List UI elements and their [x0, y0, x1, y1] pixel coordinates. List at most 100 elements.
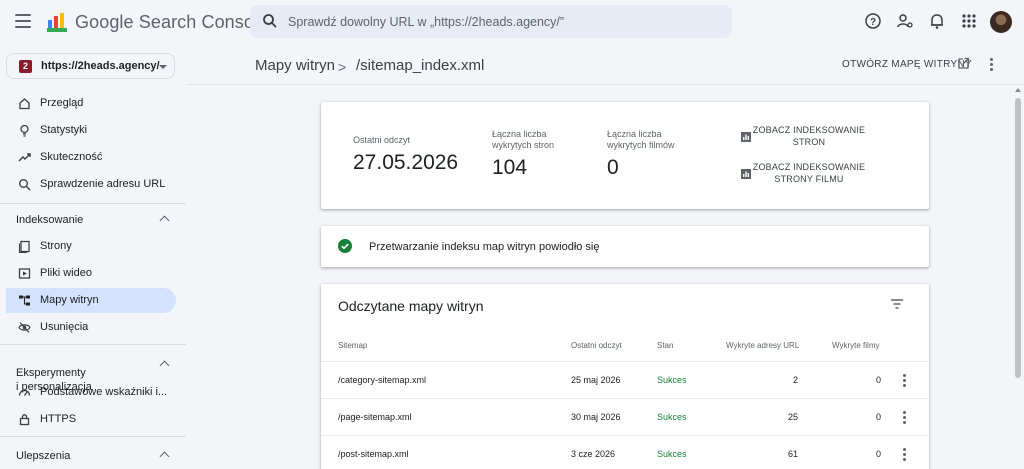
- row-options-icon[interactable]: [903, 374, 907, 389]
- sidebar-divider: [0, 436, 186, 437]
- discovered-urls-count: 25: [787, 412, 798, 422]
- section-enhancements[interactable]: Ulepszenia: [16, 450, 176, 462]
- sidebar-divider: [0, 344, 186, 345]
- sitemap-summary-card: Ostatni odczyt 27.05.2026 Łączna liczba …: [321, 102, 929, 209]
- read-sitemaps-card: Odczytane mapy witryn Sitemap Ostatni od…: [321, 284, 929, 469]
- breadcrumb-parent[interactable]: Mapy witryn: [255, 57, 335, 74]
- column-header-sitemap[interactable]: Sitemap: [338, 341, 367, 350]
- chevron-up-icon: [159, 215, 170, 226]
- discovered-urls-count: 61: [787, 449, 798, 459]
- discovered-videos-count: 0: [875, 375, 881, 385]
- status-badge: Sukces: [657, 375, 687, 385]
- search-console-logo-icon[interactable]: [46, 12, 68, 34]
- menu-icon[interactable]: [15, 14, 31, 28]
- table-row[interactable]: /page-sitemap.xml 30 maj 2026 Sukces 25 …: [321, 398, 929, 435]
- svg-text:?: ?: [870, 17, 876, 28]
- sidebar-item-sitemaps[interactable]: Mapy witryn: [6, 288, 176, 313]
- main-scrollbar[interactable]: [1014, 88, 1022, 469]
- sidebar-item-label: Strony: [40, 240, 72, 252]
- table-row[interactable]: /category-sitemap.xml 25 maj 2026 Sukces…: [321, 361, 929, 398]
- see-page-indexing-link[interactable]: ZOBACZ INDEKSOWANIE STRON: [739, 124, 879, 148]
- sitemap-path: /category-sitemap.xml: [338, 375, 427, 385]
- chevron-up-icon: [159, 360, 170, 371]
- breadcrumb-separator: >: [338, 59, 347, 75]
- scrollbar-thumb[interactable]: [1015, 98, 1021, 378]
- column-header-status[interactable]: Stan: [657, 341, 673, 350]
- open-in-new-icon[interactable]: [957, 57, 970, 70]
- discovered-pages-value: 104: [492, 156, 528, 179]
- caret-down-icon: [159, 65, 167, 69]
- discovered-urls-count: 2: [792, 375, 798, 385]
- section-label: Indeksowanie: [16, 214, 84, 226]
- sidebar-item-label: Podstawowe wskaźniki i...: [40, 386, 168, 398]
- sidebar-item-videos[interactable]: Pliki wideo: [6, 261, 176, 286]
- search-icon: [263, 14, 277, 28]
- help-icon[interactable]: ?: [864, 12, 882, 30]
- chevron-up-icon: [159, 451, 170, 462]
- column-header-discovered-urls[interactable]: Wykryte adresy URL: [726, 341, 799, 350]
- column-header-last-read[interactable]: Ostatni odczyt: [571, 341, 622, 350]
- status-badge: Sukces: [657, 449, 687, 459]
- sidebar-item-url-inspection[interactable]: Sprawdzenie adresu URL: [6, 172, 176, 197]
- lightbulb-icon: [20, 124, 29, 137]
- url-inspection-search[interactable]: [250, 5, 732, 38]
- status-badge: Sukces: [657, 412, 687, 422]
- table-title: Odczytane mapy witryn: [338, 298, 484, 314]
- sidebar-item-label: Pliki wideo: [40, 267, 92, 279]
- sidebar-item-performance[interactable]: Skuteczność: [6, 145, 176, 170]
- trending-up-icon: [18, 153, 31, 162]
- notifications-icon[interactable]: [928, 12, 946, 30]
- sidebar-item-https[interactable]: HTTPS: [6, 407, 176, 432]
- discovered-videos-count: 0: [875, 412, 881, 422]
- sitemap-icon: [19, 295, 30, 306]
- sitemap-path: /page-sitemap.xml: [338, 412, 412, 422]
- sidebar-item-label: HTTPS: [40, 413, 77, 425]
- eye-off-icon: [18, 322, 31, 333]
- last-read-label: Ostatni odczyt: [353, 135, 411, 145]
- manage-users-icon[interactable]: [896, 12, 914, 30]
- app-title: Google Search Console: [75, 12, 269, 32]
- discovered-videos-label: Łączna liczba wykrytych filmów: [607, 129, 675, 150]
- row-options-icon[interactable]: [903, 411, 907, 426]
- sidebar-item-insights[interactable]: Statystyki: [6, 118, 176, 143]
- section-label: Ulepszenia: [16, 450, 71, 462]
- last-read-date: 30 maj 2026: [571, 412, 621, 422]
- property-label: https://2heads.agency/: [41, 60, 160, 72]
- property-favicon: 2: [19, 60, 32, 73]
- sidebar-item-core-web-vitals[interactable]: Podstawowe wskaźniki i...: [6, 380, 176, 405]
- sidebar-item-label: Statystyki: [40, 124, 88, 136]
- see-video-indexing-link[interactable]: ZOBACZ INDEKSOWANIE STRONY FILMU: [739, 161, 879, 185]
- property-selector[interactable]: 2 https://2heads.agency/: [6, 53, 175, 79]
- apps-grid-icon[interactable]: [960, 12, 978, 30]
- avatar[interactable]: [990, 11, 1012, 33]
- last-read-value: 27.05.2026: [353, 151, 459, 174]
- pages-icon: [18, 240, 30, 253]
- sidebar-item-label: Mapy witryn: [40, 294, 99, 306]
- status-message: Przetwarzanie indeksu map witryn powiodł…: [369, 241, 600, 253]
- more-options-icon[interactable]: [990, 58, 994, 73]
- discovered-videos-value: 0: [607, 156, 619, 179]
- top-bar: Google Search Console ?: [0, 0, 1024, 46]
- section-indexing[interactable]: Indeksowanie: [16, 214, 176, 226]
- filter-icon[interactable]: [890, 298, 904, 310]
- discovered-pages-label: Łączna liczba wykrytych stron: [492, 129, 555, 150]
- sidebar-divider: [0, 203, 186, 204]
- column-header-discovered-videos[interactable]: Wykryte filmy: [832, 341, 879, 350]
- video-icon: [18, 268, 31, 279]
- home-icon: [19, 98, 30, 110]
- search-input[interactable]: [288, 5, 718, 38]
- breadcrumb-current: /sitemap_index.xml: [356, 57, 485, 74]
- last-read-date: 25 maj 2026: [571, 375, 621, 385]
- scroll-up-arrow-icon[interactable]: [1015, 88, 1021, 92]
- header-divider: [186, 84, 1024, 85]
- status-card: Przetwarzanie indeksu map witryn powiodł…: [321, 226, 929, 267]
- table-row[interactable]: /post-sitemap.xml 3 cze 2026 Sukces 61 0: [321, 435, 929, 469]
- sidebar-item-overview[interactable]: Przegląd: [6, 91, 176, 116]
- row-options-icon[interactable]: [903, 448, 907, 463]
- sidebar-item-pages[interactable]: Strony: [6, 234, 176, 259]
- discovered-videos-count: 0: [875, 449, 881, 459]
- open-sitemap-link[interactable]: OTWÓRZ MAPĘ WITRYNY: [842, 59, 972, 70]
- sitemap-path: /post-sitemap.xml: [338, 449, 409, 459]
- gauge-icon: [18, 389, 31, 396]
- sidebar-item-removals[interactable]: Usunięcia: [6, 315, 176, 340]
